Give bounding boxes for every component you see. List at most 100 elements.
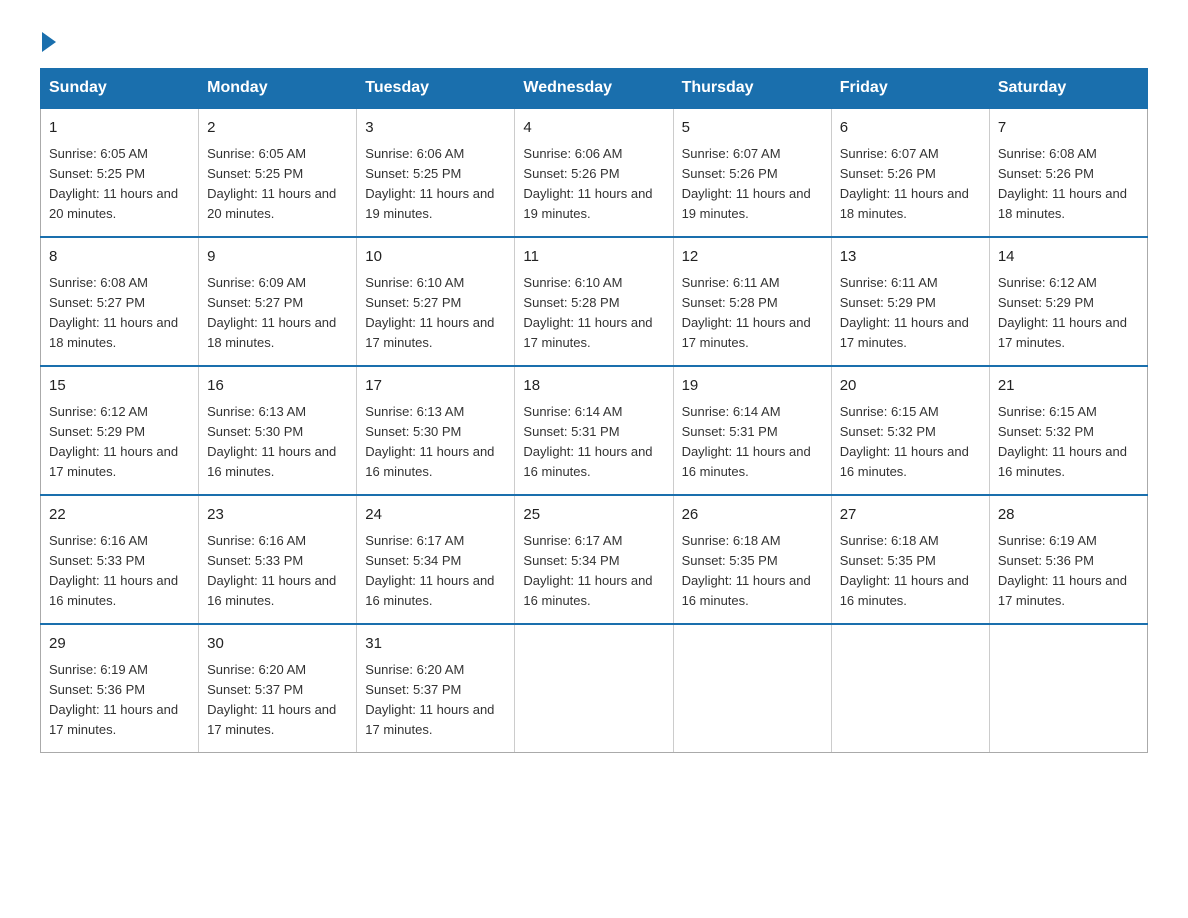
calendar-cell: 2 Sunrise: 6:05 AMSunset: 5:25 PMDaylight… [199, 108, 357, 237]
calendar-cell: 13 Sunrise: 6:11 AMSunset: 5:29 PMDayligh… [831, 237, 989, 366]
day-number: 17 [365, 375, 506, 398]
day-info: Sunrise: 6:20 AMSunset: 5:37 PMDaylight:… [207, 662, 336, 737]
calendar-cell: 15 Sunrise: 6:12 AMSunset: 5:29 PMDayligh… [41, 366, 199, 495]
day-info: Sunrise: 6:05 AMSunset: 5:25 PMDaylight:… [207, 146, 336, 221]
calendar-cell: 11Sunrise: 6:10 AMSunset: 5:28 PMDayligh… [515, 237, 673, 366]
calendar-cell: 1 Sunrise: 6:05 AMSunset: 5:25 PMDaylight… [41, 108, 199, 237]
day-info: Sunrise: 6:17 AMSunset: 5:34 PMDaylight:… [523, 533, 652, 608]
day-info: Sunrise: 6:11 AMSunset: 5:28 PMDaylight:… [682, 275, 811, 350]
day-number: 25 [523, 504, 664, 527]
calendar-cell: 9Sunrise: 6:09 AMSunset: 5:27 PMDaylight… [199, 237, 357, 366]
column-header-friday: Friday [831, 69, 989, 109]
calendar-cell: 28 Sunrise: 6:19 AMSunset: 5:36 PMDayligh… [989, 495, 1147, 624]
day-info: Sunrise: 6:20 AMSunset: 5:37 PMDaylight:… [365, 662, 494, 737]
day-number: 15 [49, 375, 190, 398]
day-info: Sunrise: 6:07 AMSunset: 5:26 PMDaylight:… [840, 146, 969, 221]
calendar-cell: 22Sunrise: 6:16 AMSunset: 5:33 PMDayligh… [41, 495, 199, 624]
day-number: 13 [840, 246, 981, 269]
column-header-sunday: Sunday [41, 69, 199, 109]
day-number: 14 [998, 246, 1139, 269]
calendar-cell: 14 Sunrise: 6:12 AMSunset: 5:29 PMDayligh… [989, 237, 1147, 366]
calendar-cell: 7 Sunrise: 6:08 AMSunset: 5:26 PMDaylight… [989, 108, 1147, 237]
day-number: 22 [49, 504, 190, 527]
calendar-cell: 18 Sunrise: 6:14 AMSunset: 5:31 PMDayligh… [515, 366, 673, 495]
day-info: Sunrise: 6:19 AMSunset: 5:36 PMDaylight:… [49, 662, 178, 737]
day-number: 23 [207, 504, 348, 527]
day-info: Sunrise: 6:06 AMSunset: 5:26 PMDaylight:… [523, 146, 652, 221]
day-info: Sunrise: 6:13 AMSunset: 5:30 PMDaylight:… [365, 404, 494, 479]
day-info: Sunrise: 6:12 AMSunset: 5:29 PMDaylight:… [998, 275, 1127, 350]
calendar-cell: 6 Sunrise: 6:07 AMSunset: 5:26 PMDaylight… [831, 108, 989, 237]
calendar-header-row: SundayMondayTuesdayWednesdayThursdayFrid… [41, 69, 1148, 109]
day-info: Sunrise: 6:12 AMSunset: 5:29 PMDaylight:… [49, 404, 178, 479]
column-header-wednesday: Wednesday [515, 69, 673, 109]
day-number: 24 [365, 504, 506, 527]
day-number: 3 [365, 117, 506, 140]
day-info: Sunrise: 6:07 AMSunset: 5:26 PMDaylight:… [682, 146, 811, 221]
day-number: 20 [840, 375, 981, 398]
calendar-cell: 5 Sunrise: 6:07 AMSunset: 5:26 PMDaylight… [673, 108, 831, 237]
column-header-thursday: Thursday [673, 69, 831, 109]
logo-arrow-icon [42, 32, 56, 52]
day-number: 8 [49, 246, 190, 269]
day-number: 31 [365, 633, 506, 656]
calendar-cell: 19 Sunrise: 6:14 AMSunset: 5:31 PMDayligh… [673, 366, 831, 495]
day-info: Sunrise: 6:14 AMSunset: 5:31 PMDaylight:… [682, 404, 811, 479]
day-number: 6 [840, 117, 981, 140]
column-header-saturday: Saturday [989, 69, 1147, 109]
calendar-cell: 21 Sunrise: 6:15 AMSunset: 5:32 PMDayligh… [989, 366, 1147, 495]
day-number: 5 [682, 117, 823, 140]
calendar-week-row: 29 Sunrise: 6:19 AMSunset: 5:36 PMDayligh… [41, 624, 1148, 753]
calendar-cell [515, 624, 673, 753]
calendar-week-row: 22 Sunrise: 6:16 AMSunset: 5:33 PMDayligh… [41, 495, 1148, 624]
day-info: Sunrise: 6:16 AMSunset: 5:33 PMDaylight:… [207, 533, 336, 608]
day-info: Sunrise: 6:14 AMSunset: 5:31 PMDaylight:… [523, 404, 652, 479]
calendar-cell: 31 Sunrise: 6:20 AMSunset: 5:37 PMDayligh… [357, 624, 515, 753]
day-info: Sunrise: 6:10 AMSunset: 5:28 PMDaylight:… [523, 275, 652, 350]
calendar-cell: 27 Sunrise: 6:18 AMSunset: 5:35 PMDayligh… [831, 495, 989, 624]
calendar-cell [673, 624, 831, 753]
day-number: 30 [207, 633, 348, 656]
day-info: Sunrise: 6:05 AMSunset: 5:25 PMDaylight:… [49, 146, 178, 221]
day-number: 19 [682, 375, 823, 398]
calendar-table: SundayMondayTuesdayWednesdayThursdayFrid… [40, 68, 1148, 753]
calendar-cell: 24 Sunrise: 6:17 AMSunset: 5:34 PMDayligh… [357, 495, 515, 624]
day-number: 27 [840, 504, 981, 527]
calendar-cell: 4Sunrise: 6:06 AMSunset: 5:26 PMDaylight… [515, 108, 673, 237]
calendar-cell: 16 Sunrise: 6:13 AMSunset: 5:30 PMDayligh… [199, 366, 357, 495]
logo [40, 30, 56, 48]
calendar-cell: 20 Sunrise: 6:15 AMSunset: 5:32 PMDayligh… [831, 366, 989, 495]
day-number: 2 [207, 117, 348, 140]
day-info: Sunrise: 6:18 AMSunset: 5:35 PMDaylight:… [840, 533, 969, 608]
day-info: Sunrise: 6:09 AMSunset: 5:27 PMDaylight:… [207, 275, 336, 350]
day-info: Sunrise: 6:19 AMSunset: 5:36 PMDaylight:… [998, 533, 1127, 608]
day-number: 12 [682, 246, 823, 269]
page-header [40, 30, 1148, 48]
column-header-monday: Monday [199, 69, 357, 109]
day-number: 21 [998, 375, 1139, 398]
day-info: Sunrise: 6:11 AMSunset: 5:29 PMDaylight:… [840, 275, 969, 350]
day-number: 28 [998, 504, 1139, 527]
day-number: 1 [49, 117, 190, 140]
day-number: 26 [682, 504, 823, 527]
day-number: 29 [49, 633, 190, 656]
day-number: 18 [523, 375, 664, 398]
calendar-cell: 17 Sunrise: 6:13 AMSunset: 5:30 PMDayligh… [357, 366, 515, 495]
day-info: Sunrise: 6:17 AMSunset: 5:34 PMDaylight:… [365, 533, 494, 608]
calendar-cell: 26 Sunrise: 6:18 AMSunset: 5:35 PMDayligh… [673, 495, 831, 624]
calendar-cell: 10Sunrise: 6:10 AMSunset: 5:27 PMDayligh… [357, 237, 515, 366]
day-info: Sunrise: 6:18 AMSunset: 5:35 PMDaylight:… [682, 533, 811, 608]
calendar-cell: 30 Sunrise: 6:20 AMSunset: 5:37 PMDayligh… [199, 624, 357, 753]
calendar-week-row: 15 Sunrise: 6:12 AMSunset: 5:29 PMDayligh… [41, 366, 1148, 495]
day-info: Sunrise: 6:10 AMSunset: 5:27 PMDaylight:… [365, 275, 494, 350]
calendar-cell: 25 Sunrise: 6:17 AMSunset: 5:34 PMDayligh… [515, 495, 673, 624]
day-number: 7 [998, 117, 1139, 140]
day-info: Sunrise: 6:15 AMSunset: 5:32 PMDaylight:… [840, 404, 969, 479]
day-info: Sunrise: 6:13 AMSunset: 5:30 PMDaylight:… [207, 404, 336, 479]
day-number: 16 [207, 375, 348, 398]
calendar-cell: 3Sunrise: 6:06 AMSunset: 5:25 PMDaylight… [357, 108, 515, 237]
day-info: Sunrise: 6:08 AMSunset: 5:26 PMDaylight:… [998, 146, 1127, 221]
calendar-cell: 8Sunrise: 6:08 AMSunset: 5:27 PMDaylight… [41, 237, 199, 366]
day-info: Sunrise: 6:15 AMSunset: 5:32 PMDaylight:… [998, 404, 1127, 479]
column-header-tuesday: Tuesday [357, 69, 515, 109]
